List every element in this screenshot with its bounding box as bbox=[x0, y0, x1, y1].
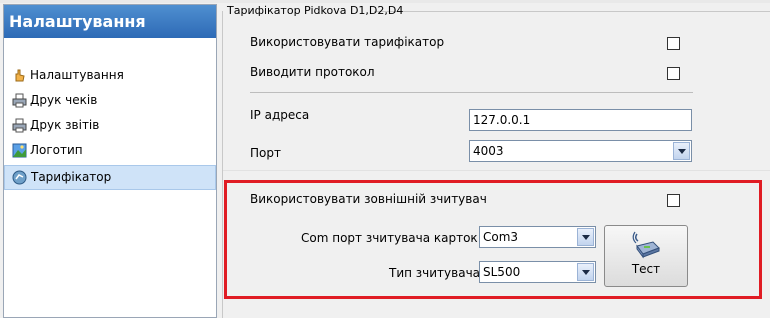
reader-type-label: Тип зчитувача bbox=[389, 266, 481, 280]
sidebar-item-settings[interactable]: Налаштування bbox=[4, 63, 216, 88]
sidebar-item-report-print[interactable]: Друк звітів bbox=[4, 113, 216, 138]
section-divider bbox=[223, 170, 770, 171]
chevron-down-icon[interactable] bbox=[577, 263, 594, 281]
chevron-down-icon[interactable] bbox=[673, 142, 690, 160]
sidebar-item-tariffer[interactable]: Тарифікатор bbox=[4, 165, 216, 190]
group-border-left bbox=[222, 11, 223, 318]
port-label: Порт bbox=[250, 146, 281, 160]
reader-type-value: SL500 bbox=[483, 265, 521, 279]
test-button[interactable]: Тест bbox=[604, 225, 688, 287]
sidebar-item-receipt-print[interactable]: Друк чеків bbox=[4, 88, 216, 113]
chevron-down-icon[interactable] bbox=[577, 228, 594, 246]
sidebar-item-label: Логотип bbox=[30, 143, 83, 157]
printer-icon bbox=[12, 118, 27, 133]
settings-hand-icon bbox=[15, 69, 25, 82]
ip-address-label: IP адреса bbox=[250, 108, 310, 122]
use-tariffer-label: Використовувати тарифікатор bbox=[250, 35, 445, 49]
group-border-top bbox=[374, 11, 770, 12]
sidebar-title: Налаштування bbox=[4, 5, 216, 38]
top-strip bbox=[0, 0, 770, 3]
ip-address-input[interactable]: 127.0.0.1 bbox=[469, 109, 692, 131]
card-reader-com-label: Com порт зчитувача карток bbox=[301, 231, 478, 245]
settings-sidebar: Налаштування Налаштування Друк чеків Дру… bbox=[3, 4, 217, 318]
output-protocol-checkbox[interactable] bbox=[667, 67, 680, 80]
card-reader-com-value: Com3 bbox=[483, 230, 519, 244]
port-value: 4003 bbox=[473, 144, 504, 158]
separator bbox=[250, 92, 693, 93]
output-protocol-label: Виводити протокол bbox=[250, 65, 375, 79]
sidebar-item-logo[interactable]: Логотип bbox=[4, 138, 216, 163]
use-external-reader-checkbox[interactable] bbox=[667, 194, 680, 207]
sidebar-item-label: Тарифікатор bbox=[31, 170, 112, 184]
image-icon bbox=[12, 143, 27, 158]
card-reader-icon bbox=[632, 231, 660, 259]
test-button-label: Тест bbox=[631, 262, 661, 276]
printer-icon bbox=[12, 93, 27, 108]
use-external-reader-label: Використовувати зовнішній зчитувач bbox=[250, 192, 487, 206]
sidebar-item-label: Друк чеків bbox=[30, 93, 98, 107]
group-title: Тарифікатор Pidkova D1,D2,D4 bbox=[227, 4, 404, 17]
port-select[interactable]: 4003 bbox=[469, 140, 692, 162]
ip-address-value: 127.0.0.1 bbox=[473, 113, 531, 127]
card-reader-com-select[interactable]: Com3 bbox=[479, 226, 596, 248]
sidebar-item-label: Друк звітів bbox=[30, 118, 100, 132]
reader-type-select[interactable]: SL500 bbox=[479, 261, 596, 283]
sidebar-item-label: Налаштування bbox=[30, 68, 124, 82]
use-tariffer-checkbox[interactable] bbox=[667, 37, 680, 50]
tariff-icon bbox=[12, 170, 27, 185]
